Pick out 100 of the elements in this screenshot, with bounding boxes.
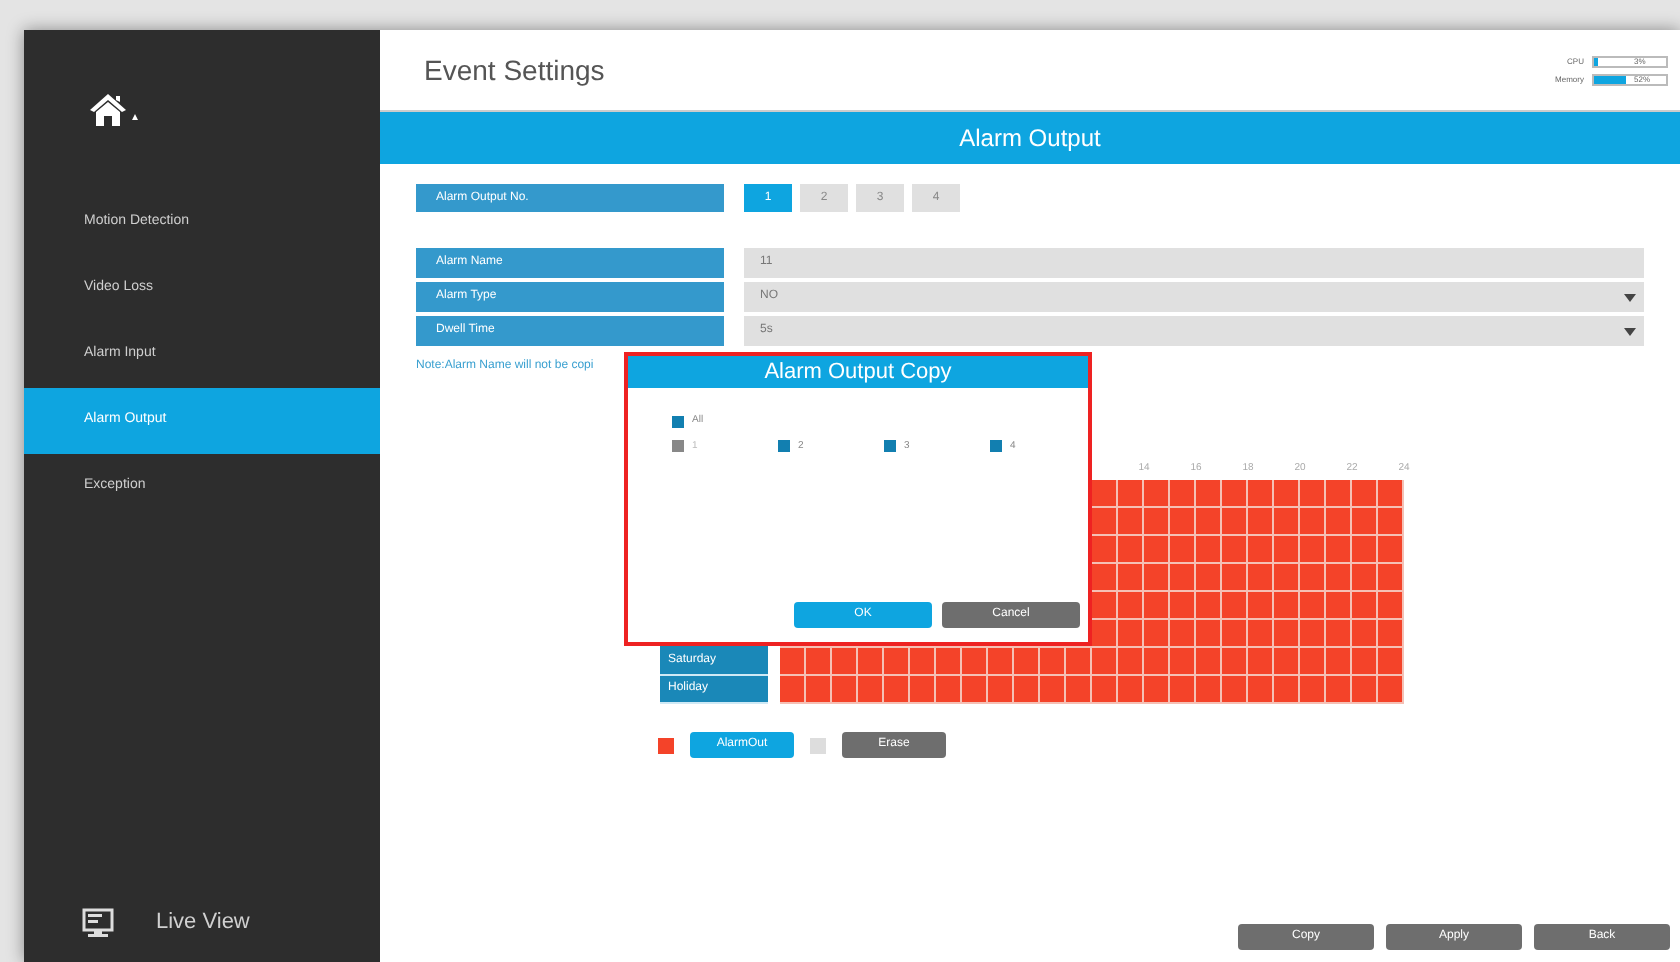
schedule-cell[interactable] [962,676,988,704]
schedule-cell[interactable] [1092,648,1118,676]
schedule-cell[interactable] [832,676,858,704]
schedule-cell[interactable] [806,648,832,676]
schedule-cell[interactable] [988,648,1014,676]
schedule-cell[interactable] [1352,480,1378,508]
schedule-cell[interactable] [1222,480,1248,508]
schedule-cell[interactable] [1170,508,1196,536]
schedule-cell[interactable] [1196,508,1222,536]
schedule-cell[interactable] [1196,592,1222,620]
checkbox[interactable] [884,440,896,453]
checkbox[interactable] [990,440,1002,453]
schedule-cell[interactable] [1222,676,1248,704]
schedule-cell[interactable] [1092,592,1118,620]
schedule-cell[interactable] [1352,620,1378,648]
schedule-cell[interactable] [1170,648,1196,676]
schedule-cell[interactable] [1300,508,1326,536]
schedule-cell[interactable] [1248,564,1274,592]
schedule-cell[interactable] [1040,648,1066,676]
schedule-cell[interactable] [1066,676,1092,704]
schedule-cell[interactable] [1144,592,1170,620]
schedule-cell[interactable] [1144,620,1170,648]
schedule-cell[interactable] [1092,508,1118,536]
schedule-cell[interactable] [1378,564,1404,592]
schedule-cell[interactable] [1378,592,1404,620]
schedule-cell[interactable] [1196,564,1222,592]
schedule-cell[interactable] [1274,620,1300,648]
schedule-cell[interactable] [1300,676,1326,704]
schedule-cell[interactable] [1222,592,1248,620]
schedule-cell[interactable] [1326,536,1352,564]
schedule-cell[interactable] [1092,480,1118,508]
schedule-cell[interactable] [1092,676,1118,704]
schedule-cell[interactable] [1248,480,1274,508]
schedule-cell[interactable] [1118,564,1144,592]
schedule-cell[interactable] [1326,676,1352,704]
schedule-cell[interactable] [858,648,884,676]
schedule-cell[interactable] [1326,592,1352,620]
schedule-cell[interactable] [962,648,988,676]
schedule-cell[interactable] [1222,620,1248,648]
schedule-cell[interactable] [1118,620,1144,648]
schedule-cell[interactable] [1352,648,1378,676]
schedule-cell[interactable] [1248,676,1274,704]
schedule-cell[interactable] [1170,564,1196,592]
live-view-link[interactable]: Live View [156,905,250,939]
schedule-cell[interactable] [1378,536,1404,564]
schedule-cell[interactable] [1274,508,1300,536]
schedule-cell[interactable] [1170,536,1196,564]
schedule-cell[interactable] [1300,592,1326,620]
monitor-icon[interactable] [82,907,114,937]
schedule-cell[interactable] [1300,564,1326,592]
schedule-cell[interactable] [1066,648,1092,676]
schedule-cell[interactable] [1274,536,1300,564]
schedule-cell[interactable] [1170,592,1196,620]
schedule-cell[interactable] [1144,508,1170,536]
checkbox[interactable] [672,415,684,428]
schedule-cell[interactable] [1118,676,1144,704]
schedule-cell[interactable] [1222,508,1248,536]
schedule-cell[interactable] [1352,676,1378,704]
schedule-cell[interactable] [884,648,910,676]
schedule-cell[interactable] [1118,480,1144,508]
checkbox[interactable] [778,440,790,453]
schedule-cell[interactable] [1092,620,1118,648]
schedule-cell[interactable] [936,676,962,704]
schedule-cell[interactable] [1326,564,1352,592]
schedule-cell[interactable] [1118,536,1144,564]
schedule-cell[interactable] [1222,536,1248,564]
schedule-cell[interactable] [1196,620,1222,648]
schedule-cell[interactable] [1300,536,1326,564]
schedule-cell[interactable] [1326,620,1352,648]
schedule-cell[interactable] [1378,676,1404,704]
schedule-cell[interactable] [1378,620,1404,648]
schedule-cell[interactable] [1274,648,1300,676]
schedule-cell[interactable] [988,676,1014,704]
schedule-cell[interactable] [1144,564,1170,592]
schedule-cell[interactable] [1014,676,1040,704]
home-icon[interactable] [88,92,140,128]
schedule-cell[interactable] [1170,620,1196,648]
schedule-cell[interactable] [910,676,936,704]
schedule-cell[interactable] [1248,508,1274,536]
schedule-cell[interactable] [1326,480,1352,508]
schedule-cell[interactable] [1326,508,1352,536]
schedule-cell[interactable] [832,648,858,676]
schedule-cell[interactable] [1144,480,1170,508]
schedule-cell[interactable] [780,648,806,676]
schedule-cell[interactable] [1352,592,1378,620]
schedule-cell[interactable] [1118,592,1144,620]
schedule-cell[interactable] [1196,536,1222,564]
schedule-cell[interactable] [1196,676,1222,704]
schedule-cell[interactable] [1248,648,1274,676]
schedule-cell[interactable] [780,676,806,704]
schedule-cell[interactable] [1378,480,1404,508]
schedule-cell[interactable] [1196,480,1222,508]
schedule-cell[interactable] [1144,536,1170,564]
schedule-cell[interactable] [1248,592,1274,620]
schedule-cell[interactable] [1300,648,1326,676]
schedule-cell[interactable] [1222,564,1248,592]
schedule-cell[interactable] [1248,620,1274,648]
schedule-cell[interactable] [1144,648,1170,676]
schedule-cell[interactable] [1248,536,1274,564]
schedule-cell[interactable] [1274,480,1300,508]
